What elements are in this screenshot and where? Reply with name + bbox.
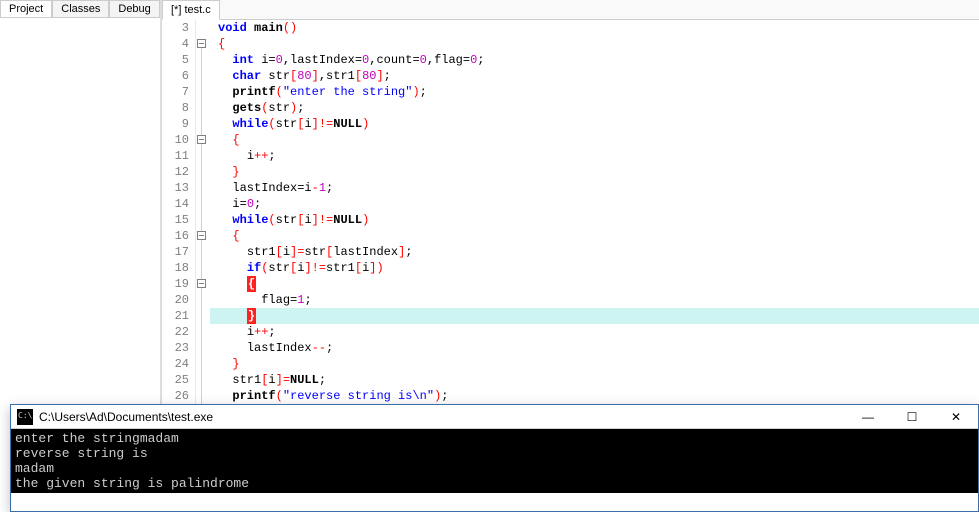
close-button[interactable]: ✕ <box>934 405 978 429</box>
code-line[interactable]: if(str[i]!=str1[i]) <box>210 260 979 276</box>
window-buttons: — ☐ ✕ <box>846 405 978 429</box>
code-line[interactable]: str1[i]=str[lastIndex]; <box>210 244 979 260</box>
fold-toggle-icon[interactable] <box>197 39 206 48</box>
code-line[interactable]: i++; <box>210 324 979 340</box>
code-line[interactable]: while(str[i]!=NULL) <box>210 116 979 132</box>
line-number: 26 <box>162 388 189 404</box>
line-number: 20 <box>162 292 189 308</box>
app-root: ProjectClassesDebug [*] test.c 345678910… <box>0 0 979 512</box>
line-number: 19 <box>162 276 189 292</box>
side-tab-debug[interactable]: Debug <box>109 0 159 17</box>
line-number: 22 <box>162 324 189 340</box>
minimize-button[interactable]: — <box>846 405 890 429</box>
line-number: 25 <box>162 372 189 388</box>
file-tab[interactable]: [*] test.c <box>162 0 220 20</box>
line-number: 11 <box>162 148 189 164</box>
code-line[interactable]: lastIndex--; <box>210 340 979 356</box>
side-tab-classes[interactable]: Classes <box>52 0 109 17</box>
line-number: 4 <box>162 36 189 52</box>
code-line[interactable]: char str[80],str1[80]; <box>210 68 979 84</box>
code-line[interactable]: { <box>210 228 979 244</box>
line-number: 17 <box>162 244 189 260</box>
fold-toggle-icon[interactable] <box>197 231 206 240</box>
line-number: 14 <box>162 196 189 212</box>
console-titlebar[interactable]: C:\Users\Ad\Documents\test.exe — ☐ ✕ <box>11 405 978 429</box>
fold-toggle-icon[interactable] <box>197 279 206 288</box>
code-line[interactable]: flag=1; <box>210 292 979 308</box>
side-tab-project[interactable]: Project <box>0 0 52 17</box>
line-number: 18 <box>162 260 189 276</box>
line-number: 15 <box>162 212 189 228</box>
line-number: 9 <box>162 116 189 132</box>
file-tabstrip: [*] test.c <box>162 0 979 20</box>
console-app-icon <box>17 409 33 425</box>
console-body[interactable]: enter the stringmadamreverse string isma… <box>11 429 978 493</box>
code-line[interactable]: void main() <box>210 20 979 36</box>
line-number: 24 <box>162 356 189 372</box>
code-line[interactable]: i++; <box>210 148 979 164</box>
code-line[interactable]: printf("reverse string is\n"); <box>210 388 979 404</box>
code-line[interactable]: i=0; <box>210 196 979 212</box>
code-line[interactable]: str1[i]=NULL; <box>210 372 979 388</box>
line-number: 16 <box>162 228 189 244</box>
console-title-text: C:\Users\Ad\Documents\test.exe <box>39 410 846 424</box>
code-line[interactable]: { <box>210 132 979 148</box>
line-number: 8 <box>162 100 189 116</box>
line-number: 12 <box>162 164 189 180</box>
side-tabstrip: ProjectClassesDebug <box>0 0 160 18</box>
fold-toggle-icon[interactable] <box>197 135 206 144</box>
code-line[interactable]: while(str[i]!=NULL) <box>210 212 979 228</box>
code-line[interactable]: { <box>210 36 979 52</box>
console-output-line: reverse string is <box>15 446 974 461</box>
line-number: 21 <box>162 308 189 324</box>
line-number: 5 <box>162 52 189 68</box>
code-line[interactable]: } <box>210 164 979 180</box>
line-number: 3 <box>162 20 189 36</box>
code-line[interactable]: gets(str); <box>210 100 979 116</box>
console-window: C:\Users\Ad\Documents\test.exe — ☐ ✕ ent… <box>10 404 979 512</box>
line-number: 7 <box>162 84 189 100</box>
code-line[interactable]: lastIndex=i-1; <box>210 180 979 196</box>
console-output-line: enter the stringmadam <box>15 431 974 446</box>
console-output-line: the given string is palindrome <box>15 476 974 491</box>
code-line[interactable]: } <box>210 308 979 324</box>
line-number: 13 <box>162 180 189 196</box>
code-line[interactable]: printf("enter the string"); <box>210 84 979 100</box>
code-line[interactable]: } <box>210 356 979 372</box>
line-number: 6 <box>162 68 189 84</box>
code-line[interactable]: { <box>210 276 979 292</box>
console-output-line: madam <box>15 461 974 476</box>
maximize-button[interactable]: ☐ <box>890 405 934 429</box>
line-number: 23 <box>162 340 189 356</box>
code-line[interactable]: int i=0,lastIndex=0,count=0,flag=0; <box>210 52 979 68</box>
line-number: 10 <box>162 132 189 148</box>
